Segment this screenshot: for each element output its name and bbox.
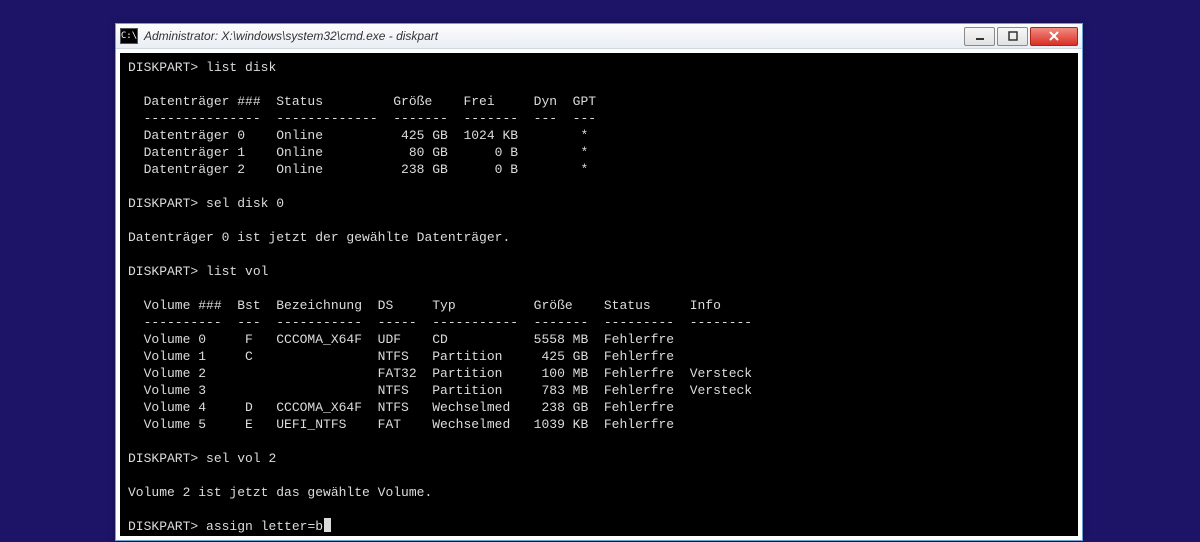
table-row: Volume 4 D CCCOMA_X64F NTFS Wechselmed 2… — [128, 400, 674, 415]
status-message: Volume 2 ist jetzt das gewählte Volume. — [128, 485, 432, 500]
table-row: Volume 0 F CCCOMA_X64F UDF CD 5558 MB Fe… — [128, 332, 674, 347]
table-row: Volume 5 E UEFI_NTFS FAT Wechselmed 1039… — [128, 417, 674, 432]
prompt: DISKPART> — [128, 519, 198, 534]
table-header: Volume ### Bst Bezeichnung DS Typ Größe … — [128, 298, 721, 313]
table-row: Volume 3 NTFS Partition 783 MB Fehlerfre… — [128, 383, 752, 398]
close-button[interactable] — [1030, 27, 1078, 46]
maximize-button[interactable] — [997, 27, 1028, 46]
titlebar[interactable]: C:\ Administrator: X:\windows\system32\c… — [116, 24, 1082, 49]
cmd-window: C:\ Administrator: X:\windows\system32\c… — [115, 23, 1083, 541]
terminal-client-area[interactable]: DISKPART> list disk Datenträger ### Stat… — [120, 53, 1078, 536]
prompt: DISKPART> — [128, 451, 198, 466]
minimize-button[interactable] — [964, 27, 995, 46]
command-text: sel disk 0 — [206, 196, 284, 211]
table-rule: ---------- --- ----------- ----- -------… — [128, 315, 752, 330]
command-text: assign letter=b — [206, 519, 323, 534]
command-text: list disk — [206, 60, 276, 75]
table-header: Datenträger ### Status Größe Frei Dyn GP… — [128, 94, 596, 109]
window-icon: C:\ — [120, 28, 138, 44]
table-rule: --------------- ------------- ------- --… — [128, 111, 596, 126]
command-text: list vol — [206, 264, 268, 279]
text-cursor — [324, 518, 331, 532]
status-message: Datenträger 0 ist jetzt der gewählte Dat… — [128, 230, 510, 245]
window-title: Administrator: X:\windows\system32\cmd.e… — [144, 29, 964, 43]
table-row: Datenträger 0 Online 425 GB 1024 KB * — [128, 128, 588, 143]
prompt: DISKPART> — [128, 60, 198, 75]
prompt: DISKPART> — [128, 264, 198, 279]
window-controls — [964, 27, 1078, 46]
table-row: Datenträger 2 Online 238 GB 0 B * — [128, 162, 588, 177]
command-text: sel vol 2 — [206, 451, 276, 466]
table-row: Volume 2 FAT32 Partition 100 MB Fehlerfr… — [128, 366, 752, 381]
table-row: Volume 1 C NTFS Partition 425 GB Fehlerf… — [128, 349, 674, 364]
prompt: DISKPART> — [128, 196, 198, 211]
table-row: Datenträger 1 Online 80 GB 0 B * — [128, 145, 588, 160]
terminal-output: DISKPART> list disk Datenträger ### Stat… — [120, 53, 1078, 536]
